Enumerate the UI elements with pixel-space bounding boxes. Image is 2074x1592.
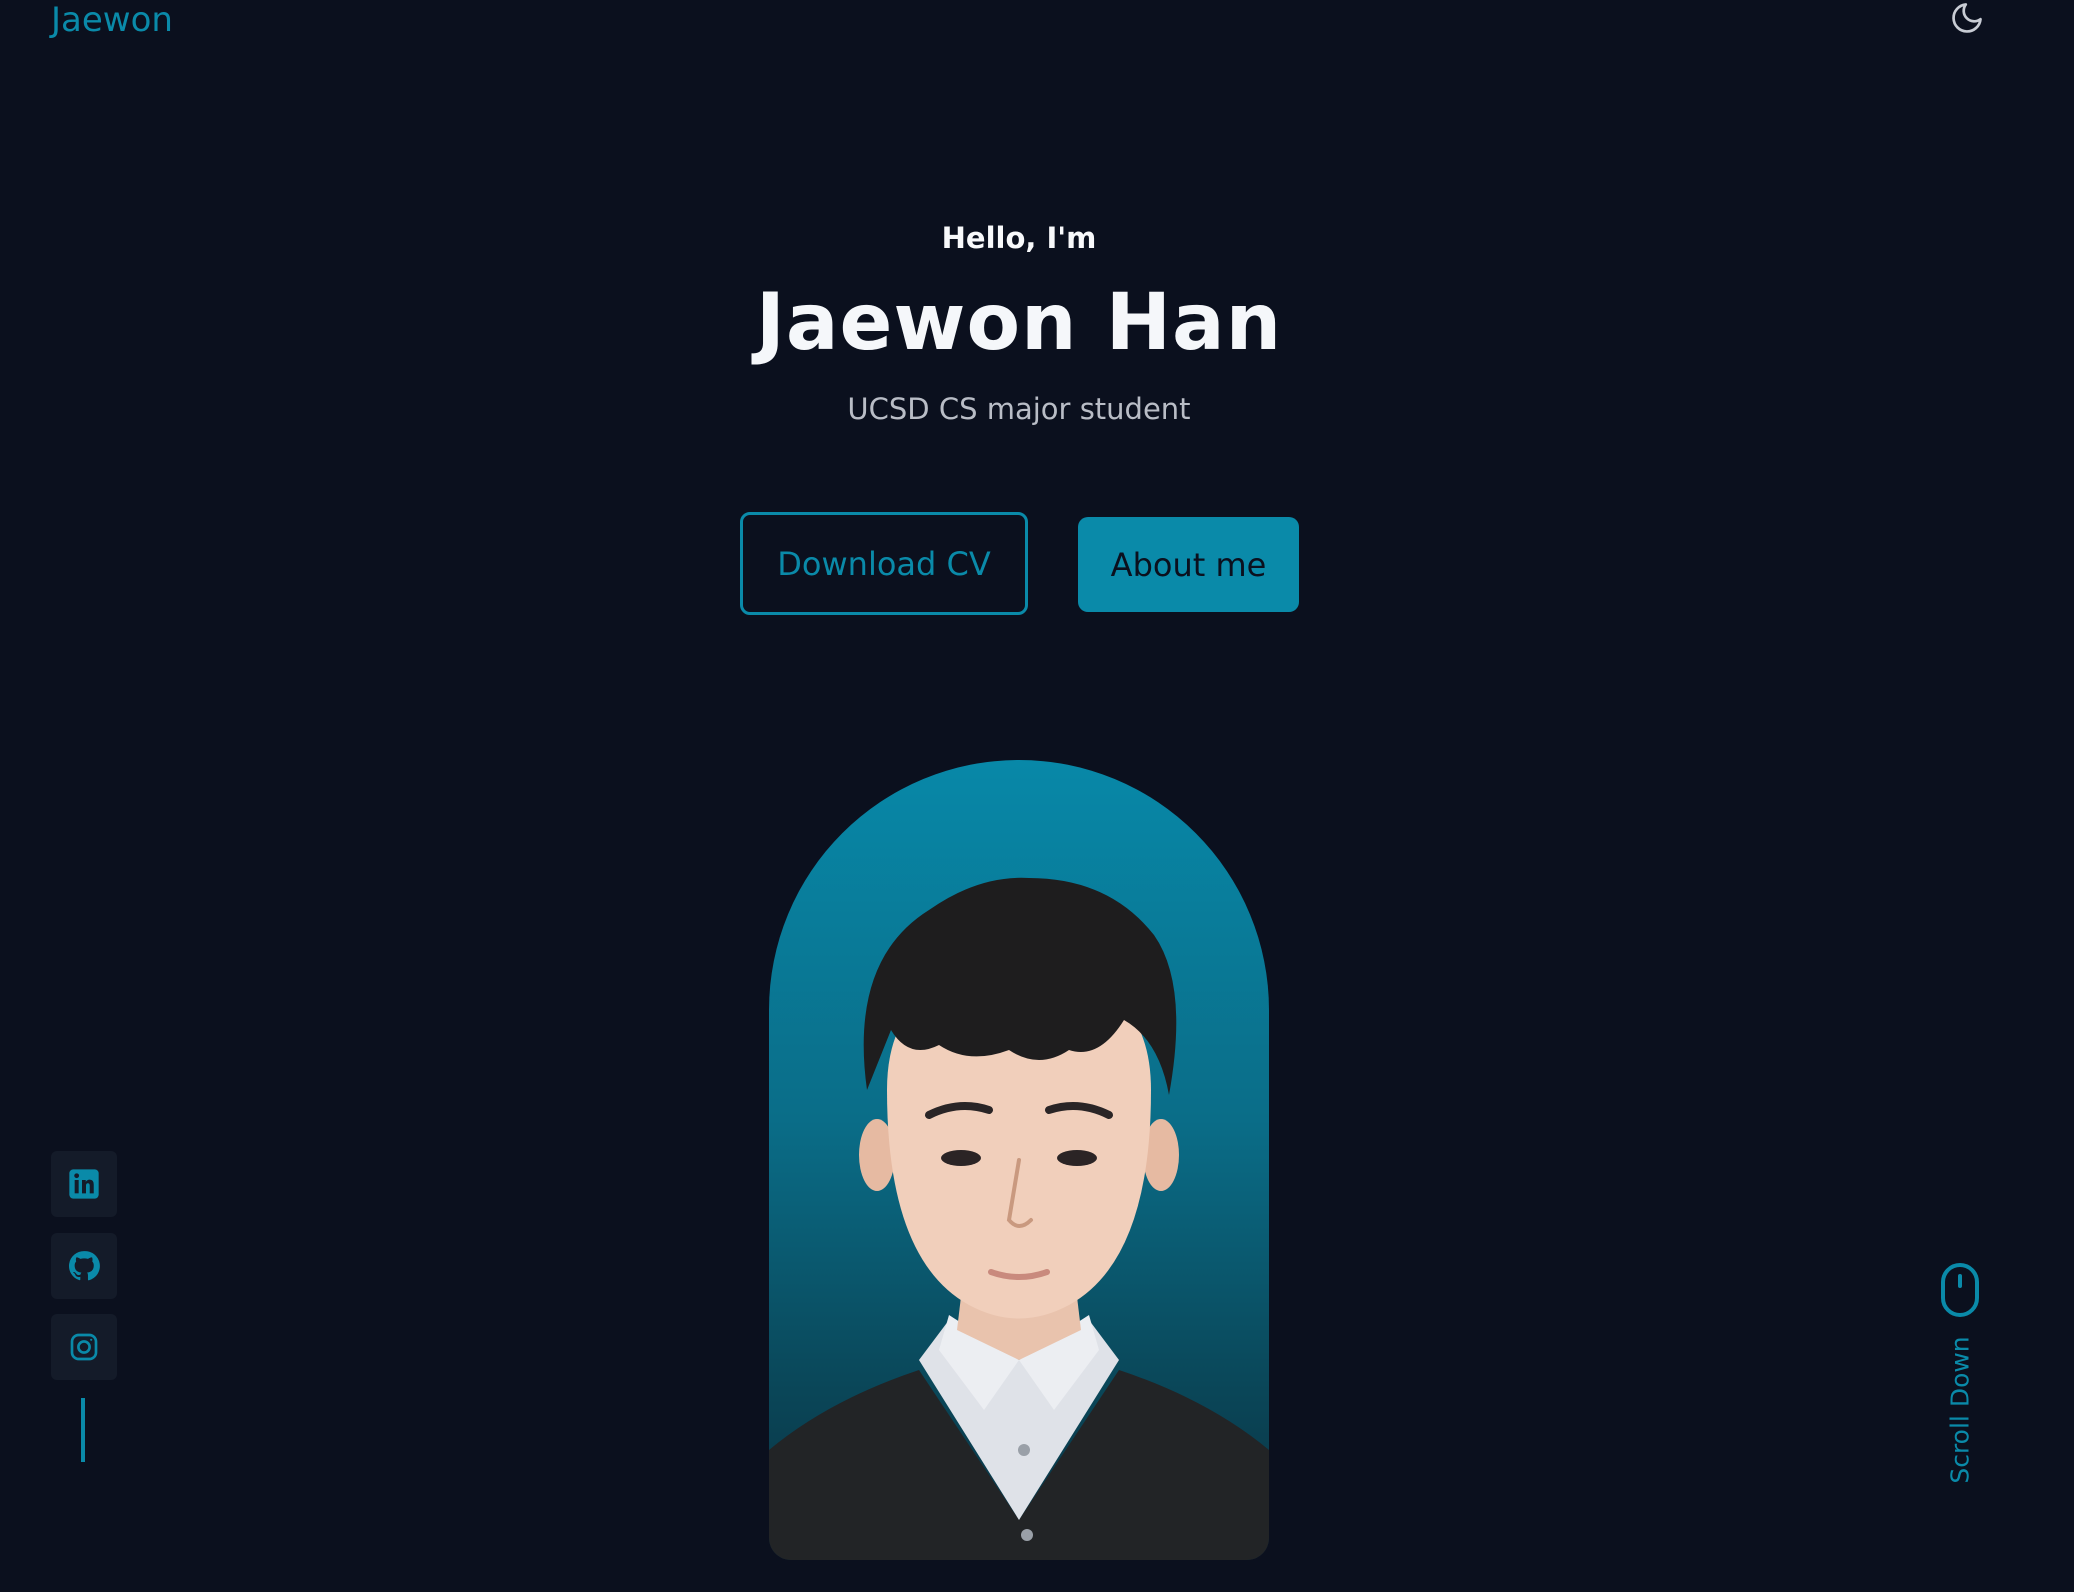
linkedin-icon [69,1169,99,1199]
linkedin-link[interactable] [51,1151,117,1217]
instagram-icon [70,1333,98,1361]
hero-role: UCSD CS major student [847,392,1191,426]
portrait-photo [769,760,1269,1560]
moon-icon [1952,3,1982,33]
github-link[interactable] [51,1233,117,1299]
theme-toggle-button[interactable] [1946,0,1988,42]
scroll-down-button[interactable] [1940,1262,1980,1318]
mouse-icon [1941,1263,1979,1317]
instagram-link[interactable] [51,1314,117,1380]
github-icon [68,1251,100,1281]
portrait-figure [769,877,1269,1560]
hero-greeting: Hello, I'm [941,221,1097,255]
about-me-button[interactable]: About me [1078,517,1299,612]
scroll-down-label[interactable]: Scroll Down [1946,1336,1975,1483]
site-logo[interactable]: Jaewon [51,0,173,40]
hero-name: Jaewon Han [755,278,1283,368]
download-cv-button[interactable]: Download CV [740,512,1028,615]
social-divider-line [81,1398,85,1462]
